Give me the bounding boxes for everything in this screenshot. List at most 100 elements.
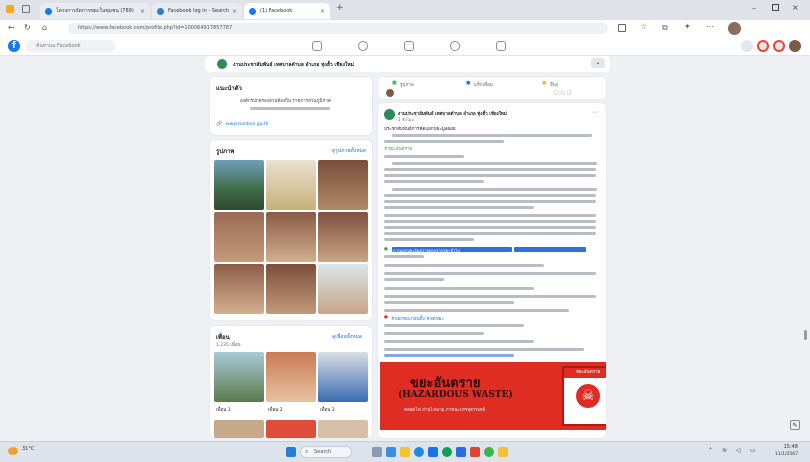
mail-icon[interactable] [456,447,466,457]
photo-thumbnail[interactable] [318,264,368,314]
home-nav-icon[interactable] [312,41,322,51]
post-time[interactable]: 1 ชั่วโมง [398,116,414,123]
facebook-search-input[interactable]: ค้นหาบน Facebook [26,40,116,52]
new-tab-plus-icon[interactable]: + [336,3,344,13]
post-author[interactable]: งานประชาสัมพันธ์ เทศบาลตำบล อำเภอ ทุ่งฮั… [398,110,507,117]
tray-chevron-icon[interactable]: ⌃ [708,447,713,454]
post-link-line[interactable] [384,354,514,357]
post-hashtag-link[interactable]: #แยกขยะก่อนทิ้ง #ลดขยะ [391,315,444,322]
browser-tab-2[interactable]: Facebook log in - Search × [152,3,242,19]
pinned-app-icon[interactable] [498,447,508,457]
page-avatar[interactable] [217,59,227,69]
chrome-icon[interactable] [442,447,452,457]
composer-tag-button[interactable]: แท็กเพื่อน [474,81,493,88]
post-text-line [384,180,484,183]
photo-thumbnail[interactable] [266,160,316,210]
wifi-icon[interactable]: ≋ [722,447,727,454]
friend-name[interactable]: เพื่อน 3 [320,406,335,413]
close-icon[interactable]: × [232,8,237,15]
post-hashtag[interactable]: #ขยะอันตราย [384,145,412,152]
post-options-icon[interactable]: ⋯ [592,109,598,116]
post-text-line [384,174,596,177]
post-text-line [384,220,596,223]
start-windows-icon[interactable] [286,447,296,457]
browser-menu-icon[interactable]: ⋯ [706,22,714,31]
facebook-top-bar: f ค้นหาบน Facebook [0,37,810,56]
see-all-photos-link[interactable]: ดูรูปภาพทั้งหมด [332,147,366,155]
gaming-nav-icon[interactable] [496,41,506,51]
page-header: งานประชาสัมพันธ์ เทศบาลตำบล อำเภอ ทุ่งฮั… [205,56,610,72]
notifications-bell-icon[interactable] [773,40,785,52]
post-author-avatar[interactable] [384,109,395,120]
photo-thumbnail[interactable] [214,160,264,210]
composer-more-button[interactable]: อื่นๆ [550,81,558,88]
hazard-sign: ขยะอันตราย ☠ [562,366,606,426]
composer-avatar [386,89,394,97]
line-app-icon[interactable] [484,447,494,457]
close-icon[interactable]: × [140,8,145,15]
menu-grid-icon[interactable] [741,40,753,52]
view-options-icon[interactable]: ▢ ▢ ▢ [554,90,571,96]
edge-browser-icon[interactable] [414,447,424,457]
weather-icon[interactable] [8,447,18,455]
friend-photo[interactable] [318,352,368,402]
photo-thumbnail[interactable] [266,212,316,262]
refresh-icon[interactable]: ↻ [24,23,31,32]
photo-thumbnail[interactable] [318,160,368,210]
account-avatar[interactable] [789,40,801,52]
friends-nav-icon[interactable] [358,41,368,51]
intro-website-link[interactable]: www.tambon.go.th [226,122,268,127]
clock-date[interactable]: 11/1/2567 [764,452,798,457]
weather-temperature[interactable]: 31°C [22,446,34,452]
home-icon[interactable]: ⌂ [42,23,47,32]
more-options-icon[interactable]: ⌄ [591,58,605,68]
widgets-icon[interactable] [386,447,396,457]
photo-thumbnail[interactable] [318,212,368,262]
taskbar-search-box[interactable]: ⌕ Search [300,446,352,458]
messenger-icon[interactable] [757,40,769,52]
composer-photo-button[interactable]: รูปภาพ [400,81,414,88]
split-screen-icon[interactable] [618,24,626,32]
friend-photo[interactable] [266,420,316,438]
photo-thumbnail[interactable] [214,212,264,262]
browser-tab-3-active[interactable]: (1) Facebook × [244,3,330,19]
friend-photo[interactable] [214,352,264,402]
intro-text: องค์กรปกครองส่วนท้องถิ่น ราชการส่วนภูมิภ… [240,99,331,104]
friend-photo[interactable] [214,420,264,438]
page-name[interactable]: งานประชาสัมพันธ์ เทศบาลตำบล อำเภอ ทุ่งฮั… [233,61,354,69]
friend-name[interactable]: เพื่อน 2 [268,406,283,413]
watch-nav-icon[interactable] [404,41,414,51]
favorite-star-icon[interactable]: ☆ [640,22,647,31]
store-icon[interactable] [428,447,438,457]
friend-name[interactable]: เพื่อน 1 [216,406,231,413]
volume-icon[interactable]: ◁ [736,447,741,454]
photo-thumbnail[interactable] [266,264,316,314]
tab-actions-icon[interactable] [22,5,30,13]
facebook-logo-icon[interactable]: f [8,40,20,52]
profile-icon[interactable] [6,5,14,13]
back-arrow-icon[interactable]: ← [8,23,15,32]
groups-nav-icon[interactable] [450,41,460,51]
browser-tab-1[interactable]: โครงการจัดการขยะในชุมชน (789) × [40,3,150,19]
file-explorer-icon[interactable] [400,447,410,457]
close-icon[interactable]: × [320,8,325,15]
friend-photo[interactable] [266,352,316,402]
post-text-line [384,324,524,327]
app-icon[interactable] [470,447,480,457]
photo-thumbnail[interactable] [214,264,264,314]
page-scrollbar[interactable] [804,330,807,340]
task-view-icon[interactable] [372,447,382,457]
maximize-icon[interactable] [772,4,779,11]
url-input[interactable]: https://www.facebook.com/profile.php?id=… [68,23,608,34]
extensions-icon[interactable]: ✦ [684,22,691,31]
window-close-icon[interactable]: × [792,3,799,12]
edit-note-icon[interactable]: ✎ [790,420,800,430]
hazardous-waste-banner-image[interactable]: ขยะอันตราย (HAZARDOUS WASTE) หลอดไฟ ถ่าน… [380,362,606,430]
battery-icon[interactable]: ▭ [750,447,756,454]
collections-icon[interactable]: ⧉ [662,23,668,33]
clock-time[interactable]: 15:48 [768,444,798,450]
minimize-icon[interactable]: – [752,4,756,13]
friend-photo[interactable] [318,420,368,438]
see-all-friends-link[interactable]: ดูเพื่อนทั้งหมด [332,333,362,341]
browser-profile-avatar[interactable] [728,22,741,35]
